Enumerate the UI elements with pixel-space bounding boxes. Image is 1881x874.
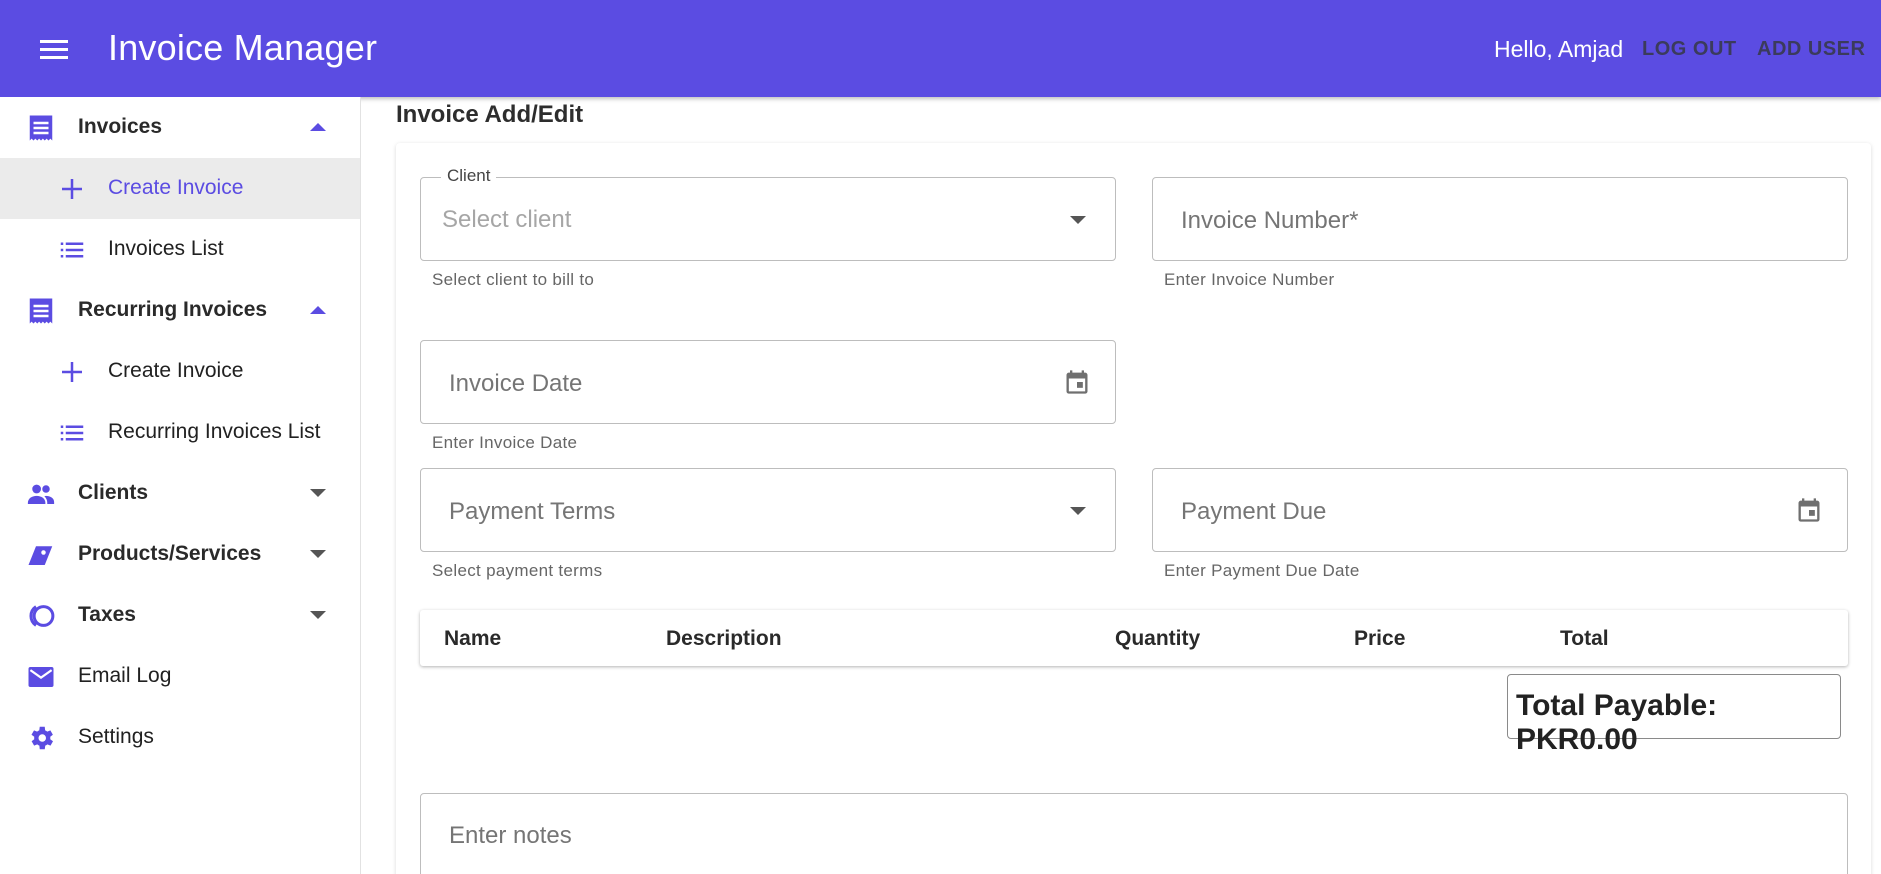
invoice-number-helper-text: Enter Invoice Number bbox=[1164, 270, 1335, 289]
sidebar-item-label: Recurring Invoices bbox=[78, 298, 268, 321]
people-icon bbox=[27, 484, 55, 504]
mail-icon bbox=[28, 667, 54, 687]
total-payable-box: Total Payable: PKR0.00 bbox=[1507, 674, 1841, 756]
calendar-icon[interactable] bbox=[1795, 495, 1823, 525]
sidebar-item-invoices-list[interactable]: Invoices List bbox=[0, 219, 360, 280]
payment-due-placeholder: Payment Due bbox=[1181, 498, 1327, 525]
sidebar-item-email-log[interactable]: Email Log bbox=[0, 646, 360, 707]
chevron-down-icon bbox=[1070, 216, 1086, 224]
payment-terms-helper-text: Select payment terms bbox=[432, 561, 603, 580]
plus-icon bbox=[62, 362, 82, 382]
notes-field[interactable]: Enter notes bbox=[420, 793, 1848, 874]
receipt-icon bbox=[29, 298, 53, 324]
sidebar-item-label: Email Log bbox=[78, 664, 172, 687]
app-bar: Invoice Manager Hello, Amjad LOG OUT ADD… bbox=[0, 0, 1881, 97]
payment-due-helper-text: Enter Payment Due Date bbox=[1164, 561, 1360, 580]
sidebar-item-label: Taxes bbox=[78, 603, 136, 626]
column-header-price: Price bbox=[1354, 627, 1406, 650]
plus-icon bbox=[62, 179, 82, 199]
sidebar-item-label: Invoices bbox=[78, 115, 163, 138]
column-header-description: Description bbox=[666, 627, 782, 650]
chevron-down-icon bbox=[310, 550, 326, 558]
sidebar-item-label: Create Invoice bbox=[108, 359, 244, 382]
sidebar-item-label: Recurring Invoices List bbox=[108, 420, 321, 443]
total-payable-text: Total Payable: PKR0.00 bbox=[1516, 689, 1718, 756]
tag-icon bbox=[28, 546, 53, 565]
sidebar-item-products-services[interactable]: Products/Services bbox=[0, 524, 360, 585]
sidebar-item-label: Clients bbox=[78, 481, 149, 504]
invoice-date-helper-text: Enter Invoice Date bbox=[432, 433, 578, 452]
chevron-up-icon bbox=[310, 123, 326, 131]
client-field-label: Client bbox=[441, 166, 497, 186]
notes-placeholder: Enter notes bbox=[449, 822, 572, 849]
payment-due-field[interactable]: Payment Due bbox=[1152, 468, 1848, 552]
user-greeting: Hello, Amjad bbox=[1494, 36, 1624, 62]
payment-terms-placeholder: Payment Terms bbox=[449, 498, 616, 525]
page-title: Invoice Add/Edit bbox=[396, 101, 584, 128]
column-header-quantity: Quantity bbox=[1115, 627, 1201, 650]
list-icon bbox=[60, 425, 84, 441]
sidebar-item-invoices[interactable]: Invoices bbox=[0, 97, 360, 158]
taxes-icon bbox=[29, 605, 55, 627]
line-items-table-header: Name Description Quantity Price Total bbox=[420, 610, 1848, 666]
calendar-icon[interactable] bbox=[1063, 367, 1091, 397]
client-select[interactable]: Client Select client bbox=[420, 166, 1116, 261]
receipt-icon bbox=[29, 115, 53, 141]
client-helper-text: Select client to bill to bbox=[432, 270, 595, 289]
hamburger-menu-icon[interactable] bbox=[34, 32, 74, 66]
sidebar-item-taxes[interactable]: Taxes bbox=[0, 585, 360, 646]
sidebar-item-settings[interactable]: Settings bbox=[0, 707, 360, 768]
chevron-down-icon bbox=[310, 611, 326, 619]
column-header-name: Name bbox=[444, 627, 502, 650]
invoice-number-placeholder: Invoice Number* bbox=[1181, 207, 1359, 234]
gear-icon bbox=[31, 726, 54, 750]
sidebar-item-recurring-invoices[interactable]: Recurring Invoices bbox=[0, 280, 360, 341]
invoice-date-placeholder: Invoice Date bbox=[449, 370, 583, 397]
list-icon bbox=[60, 242, 84, 258]
sidebar-item-create-invoice[interactable]: Create Invoice bbox=[0, 158, 360, 219]
chevron-up-icon bbox=[310, 306, 326, 314]
chevron-down-icon bbox=[310, 489, 326, 497]
invoice-date-field[interactable]: Invoice Date bbox=[420, 340, 1116, 424]
app-title: Invoice Manager bbox=[108, 27, 378, 68]
client-select-value: Select client bbox=[442, 206, 572, 233]
sidebar-item-clients[interactable]: Clients bbox=[0, 463, 360, 524]
sidebar-item-recurring-invoices-list[interactable]: Recurring Invoices List bbox=[0, 402, 360, 463]
payment-terms-select[interactable]: Payment Terms bbox=[420, 468, 1116, 552]
sidebar-item-label: Invoices List bbox=[108, 237, 224, 260]
chevron-down-icon bbox=[1070, 507, 1086, 515]
sidebar-item-label: Settings bbox=[78, 725, 154, 748]
logout-button[interactable]: LOG OUT bbox=[1642, 38, 1737, 61]
invoice-number-field[interactable]: Invoice Number* bbox=[1152, 177, 1848, 261]
sidebar-item-label: Products/Services bbox=[78, 542, 262, 565]
add-user-button[interactable]: ADD USER bbox=[1757, 38, 1865, 61]
column-header-total: Total bbox=[1560, 627, 1609, 650]
sidebar-item-label: Create Invoice bbox=[108, 176, 244, 199]
sidebar: Invoices Create Invoice Invoices List Re… bbox=[0, 97, 361, 874]
sidebar-item-create-recurring-invoice[interactable]: Create Invoice bbox=[0, 341, 360, 402]
